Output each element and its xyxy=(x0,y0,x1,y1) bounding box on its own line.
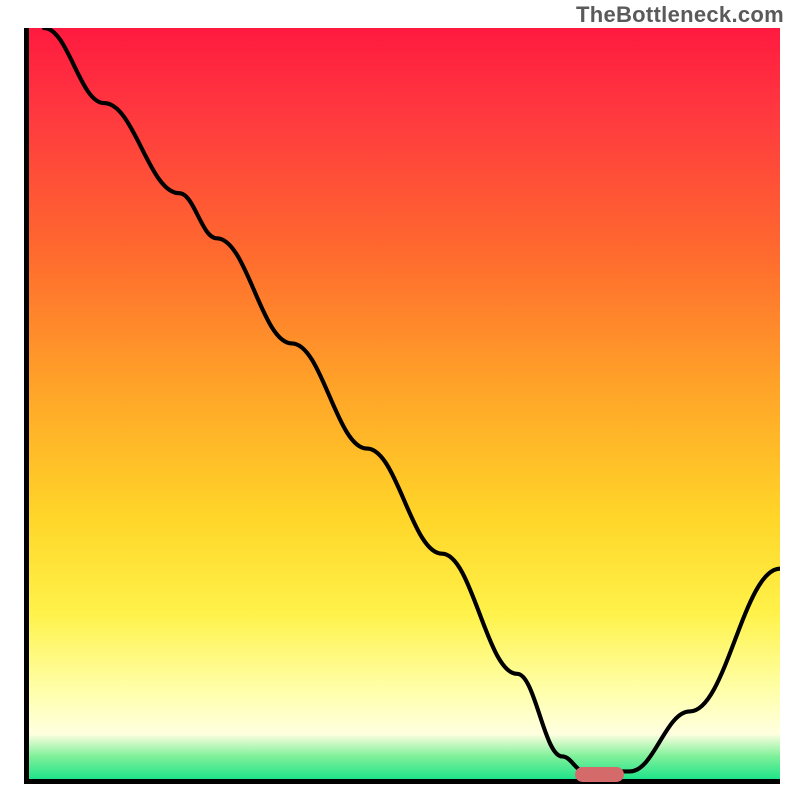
chart-gradient-background xyxy=(29,28,780,779)
chart-plot-area xyxy=(24,28,780,784)
optimum-marker xyxy=(575,767,624,782)
watermark-text: TheBottleneck.com xyxy=(576,2,784,28)
